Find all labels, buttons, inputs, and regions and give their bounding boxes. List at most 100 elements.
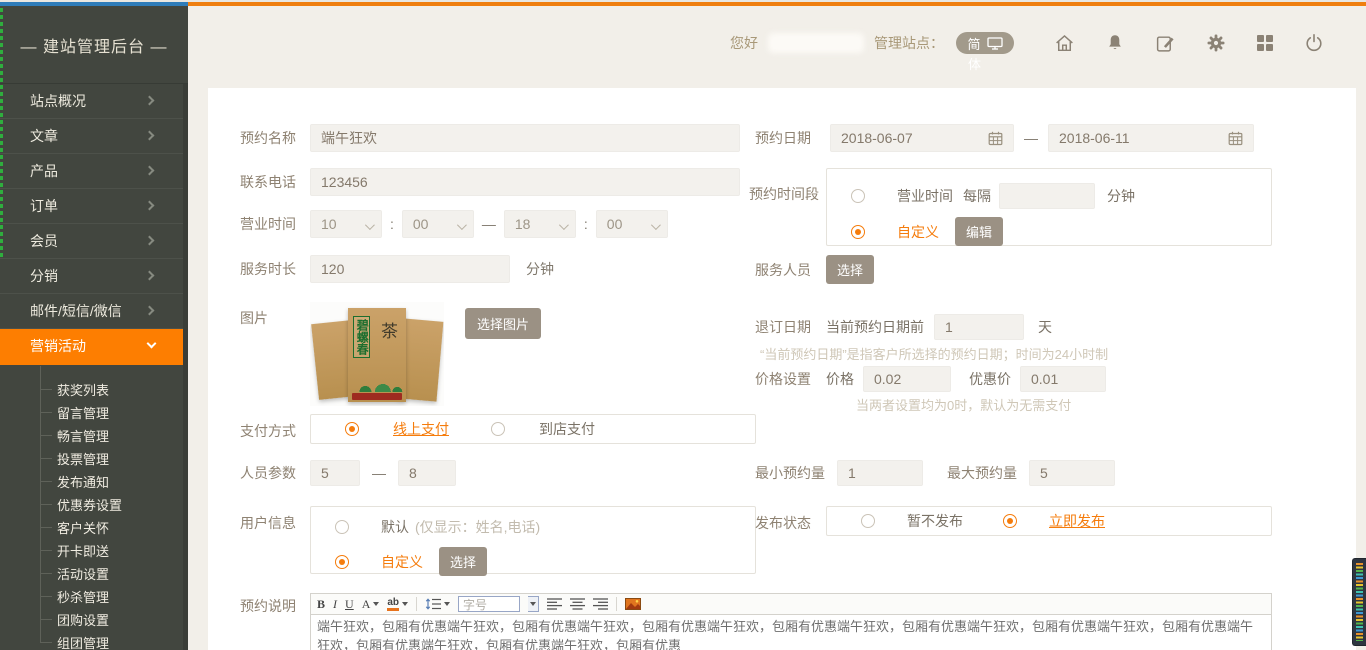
submenu-item-award-list[interactable]: 获奖列表 [0,378,183,401]
insert-image-button[interactable] [625,598,641,610]
submenu-item-flash-sale[interactable]: 秒杀管理 [0,585,183,608]
timeslot-option-business: 营业时间 每隔 分钟 [851,183,1135,209]
sidebar-item-articles[interactable]: 文章 [0,119,183,154]
phone-input[interactable]: 123456 [310,168,740,196]
sidebar-scrollbar[interactable] [183,84,188,650]
tea-red-band [352,393,402,400]
cancel-days-input[interactable]: 1 [934,314,1024,340]
chevron-right-icon [145,131,155,141]
userinfo-select-button[interactable]: 选择 [439,547,487,576]
hours-to-hour-select[interactable]: 18 [504,210,576,238]
edit-site-button[interactable] [1155,33,1176,54]
submenu-item-coupon-settings[interactable]: 优惠券设置 [0,493,183,516]
date-from-value: 2018-06-07 [841,130,913,146]
chevron-right-icon [145,236,155,246]
line-spacing-button[interactable] [425,598,450,610]
people-label: 人员参数 [240,463,310,483]
sidebar-item-products[interactable]: 产品 [0,154,183,189]
font-color-button[interactable]: A [362,597,380,612]
timeslot-interval-label: 每隔 [963,186,991,206]
discount-input[interactable]: 0.01 [1020,366,1106,392]
date-from-input[interactable]: 2018-06-07 [830,124,1014,152]
sidebar-item-marketing-active[interactable]: 营销活动 [0,329,183,365]
submenu-item-activity-settings[interactable]: 活动设置 [0,562,183,585]
toolbar-separator [416,597,417,611]
staff-select-button[interactable]: 选择 [826,255,874,284]
name-label: 预约名称 [240,128,310,148]
duration-input[interactable]: 120 [310,255,510,283]
field-row-duration: 服务时长 120 分钟 [240,255,554,283]
payment-offline-radio[interactable] [491,422,505,436]
align-center-button[interactable] [570,598,585,610]
align-left-button[interactable] [547,598,562,610]
choose-image-button[interactable]: 选择图片 [465,308,541,339]
underline-button[interactable]: U [345,597,354,612]
field-row-phone: 联系电话 123456 [240,168,740,196]
submenu-item-publish-notice[interactable]: 发布通知 [0,470,183,493]
home-button[interactable] [1054,33,1075,54]
userinfo-custom-label[interactable]: 自定义 [381,552,423,572]
date-to-input[interactable]: 2018-06-11 [1048,124,1254,152]
submenu-item-card-gift[interactable]: 开卡即送 [0,539,183,562]
userinfo-default-radio[interactable] [335,520,349,534]
people-min-input[interactable]: 5 [310,460,360,486]
timeslot-business-radio[interactable] [851,189,865,203]
calendar-icon[interactable] [1228,131,1243,146]
editor-content[interactable]: 端午狂欢，包厢有优惠端午狂欢，包厢有优惠端午狂欢，包厢有优惠端午狂欢，包厢有优惠… [310,615,1272,650]
people-max-input[interactable]: 8 [398,460,456,486]
duration-unit: 分钟 [526,259,554,279]
font-size-dropdown-button[interactable] [528,596,539,612]
name-input[interactable]: 端午狂欢 [310,124,740,152]
publish-now-radio[interactable] [1003,514,1017,528]
payment-online-label[interactable]: 线上支付 [393,419,449,439]
hours-from-hour-select[interactable]: 10 [310,210,382,238]
chevron-right-icon [145,96,155,106]
hours-to-min-value: 00 [607,216,623,232]
field-row-price: 价格设置 价格 0.02 优惠价 0.01 [755,366,1106,392]
submenu-item-customer-care[interactable]: 客户关怀 [0,516,183,539]
hours-from-min-select[interactable]: 00 [402,210,474,238]
userinfo-label: 用户信息 [240,513,296,533]
field-row-hours: 营业时间 10 : 00 — 18 : 00 [240,210,668,238]
bold-button[interactable]: B [317,597,325,612]
publish-now-label[interactable]: 立即发布 [1049,511,1105,531]
publish-later-radio[interactable] [861,514,875,528]
color-palette-widget[interactable] [1352,558,1366,646]
sidebar-item-mail-sms-wechat[interactable]: 邮件/短信/微信 [0,294,183,329]
apps-button[interactable] [1256,34,1274,52]
timeslot-option-custom: 自定义 编辑 [851,217,1003,246]
settings-button[interactable] [1206,33,1226,53]
submenu-item-changyan-mgmt[interactable]: 畅言管理 [0,424,183,447]
hours-to-min-select[interactable]: 00 [596,210,668,238]
sidebar-item-orders[interactable]: 订单 [0,189,183,224]
timeslot-custom-radio[interactable] [851,225,865,239]
sidebar-item-site-overview[interactable]: 站点概况 [0,84,183,119]
timeslot-edit-button[interactable]: 编辑 [955,217,1003,246]
booking-max-input[interactable]: 5 [1029,460,1115,486]
tea-mountain-art [348,376,406,392]
sidebar-item-distribution[interactable]: 分销 [0,259,183,294]
notifications-button[interactable] [1105,33,1125,53]
submenu-item-vote-mgmt[interactable]: 投票管理 [0,447,183,470]
logout-button[interactable] [1304,33,1324,53]
align-right-button[interactable] [593,598,608,610]
calendar-icon[interactable] [988,131,1003,146]
power-icon [1304,33,1324,53]
font-size-input[interactable]: 字号 [458,596,520,612]
price-input[interactable]: 0.02 [863,366,951,392]
submenu-item-group-buy[interactable]: 团购设置 [0,608,183,631]
language-switcher[interactable]: 简 体 [956,32,1014,54]
timeslot-custom-label[interactable]: 自定义 [897,222,939,242]
italic-button[interactable]: I [333,597,337,612]
userinfo-custom-radio[interactable] [335,555,349,569]
submenu-item-group-mgmt[interactable]: 组团管理 [0,631,183,650]
submenu-item-message-mgmt[interactable]: 留言管理 [0,401,183,424]
field-row-booking-limits: 最小预约量 1 最大预约量 5 [755,460,1115,486]
timeslot-interval-input[interactable] [999,183,1095,209]
highlight-button[interactable]: ab [387,598,408,611]
booking-min-input[interactable]: 1 [837,460,923,486]
payment-box: 线上支付 到店支付 [310,414,756,444]
phone-value: 123456 [321,174,368,190]
payment-online-radio[interactable] [345,422,359,436]
sidebar-item-members[interactable]: 会员 [0,224,183,259]
